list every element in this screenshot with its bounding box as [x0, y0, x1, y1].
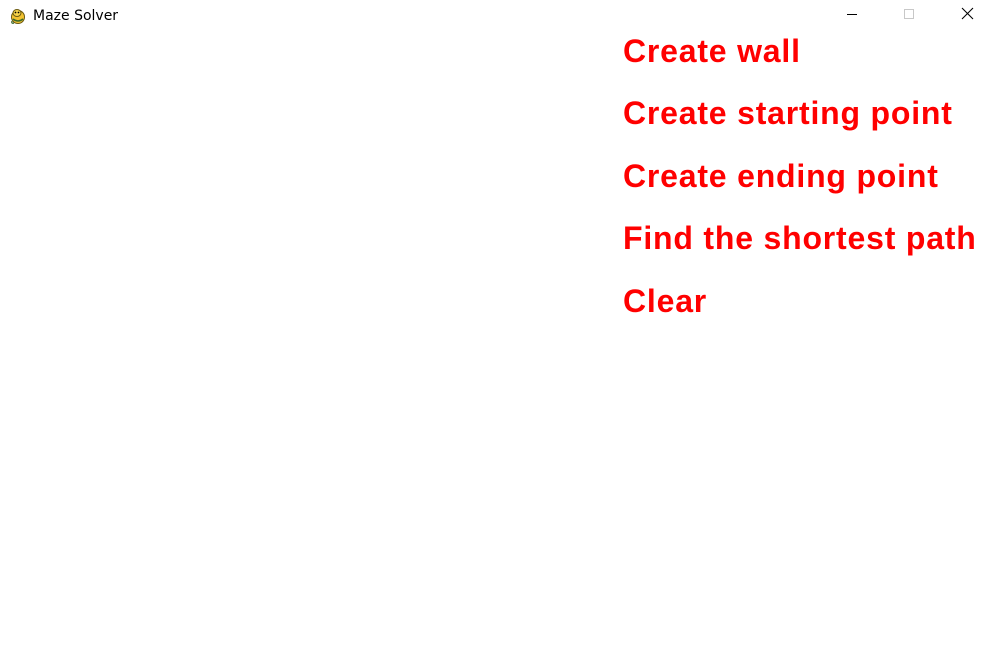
minimize-button[interactable]	[829, 0, 875, 32]
create-ending-point-option[interactable]: Create ending point	[623, 158, 939, 194]
maximize-icon	[903, 7, 915, 25]
maximize-button[interactable]	[886, 0, 932, 32]
window-title: Maze Solver	[33, 8, 119, 24]
create-wall-option[interactable]: Create wall	[623, 33, 801, 69]
pygame-snake-icon	[9, 7, 27, 25]
clear-option[interactable]: Clear	[623, 283, 707, 319]
minimize-icon	[846, 7, 858, 25]
maze-canvas[interactable]: Create wall Create starting point Create…	[0, 32, 1002, 654]
close-button[interactable]	[944, 0, 990, 32]
app-window: Maze Solver Create wall Create starting …	[0, 0, 1002, 654]
close-icon	[961, 7, 974, 25]
find-shortest-path-option[interactable]: Find the shortest path	[623, 220, 977, 256]
title-bar[interactable]: Maze Solver	[0, 0, 1002, 32]
create-starting-point-option[interactable]: Create starting point	[623, 95, 953, 131]
